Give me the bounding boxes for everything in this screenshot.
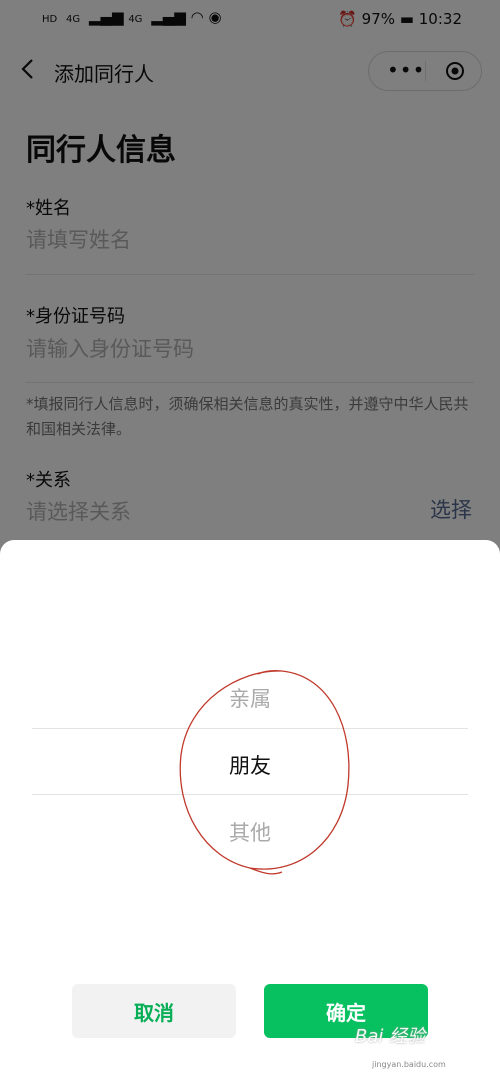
relation-picker-sheet: 亲属 朋友 其他 取消 确定 bbox=[0, 540, 500, 1084]
cancel-button[interactable]: 取消 bbox=[72, 984, 236, 1038]
watermark-url: jingyan.baidu.com bbox=[372, 1060, 446, 1069]
baidu-watermark: Bai 经验 bbox=[355, 1026, 426, 1047]
